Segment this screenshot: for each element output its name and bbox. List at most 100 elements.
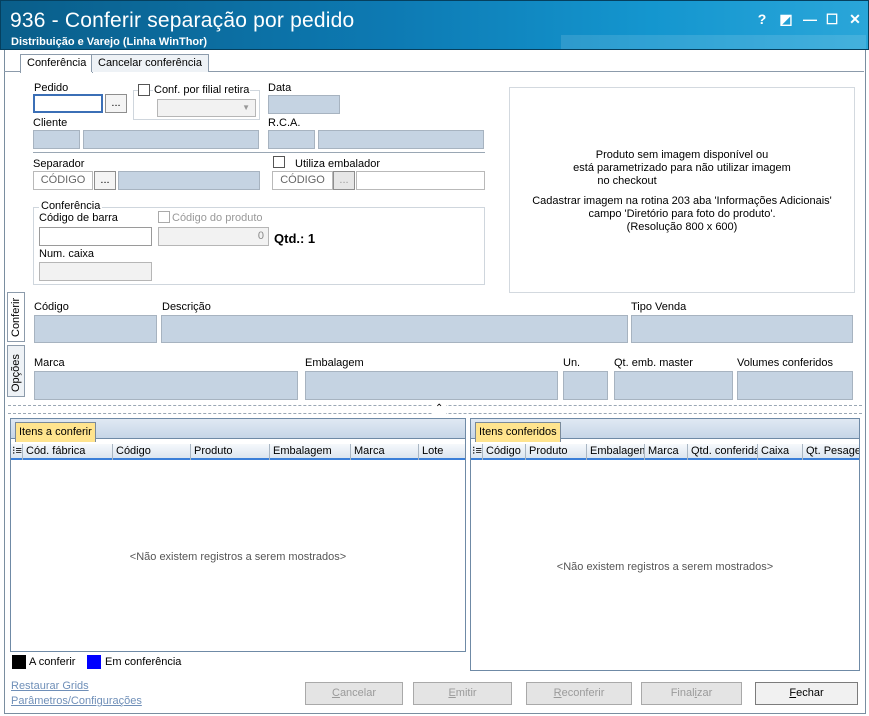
col-produto[interactable]: Produto	[526, 444, 587, 460]
un-label: Un.	[563, 357, 581, 369]
cliente-code-field	[33, 130, 80, 149]
title-bar: 936 - Conferir separação por pedido Dist…	[0, 0, 869, 50]
codigo-field	[34, 315, 157, 343]
codigo-produto-input[interactable]: 0	[158, 227, 269, 246]
codigo-barra-label: Código de barra	[39, 212, 118, 224]
embalagem-label: Embalagem	[305, 357, 364, 369]
image-msg-line6: (Resolução 800 x 600)	[626, 221, 738, 233]
qt-emb-master-label: Qt. emb. master	[614, 357, 693, 369]
reconferir-mnemonic: R	[553, 687, 562, 699]
rca-label: R.C.A.	[268, 117, 301, 129]
embalagem-field	[305, 371, 558, 400]
volumes-conferidos-label: Volumes conferidos	[737, 357, 833, 369]
tipo-venda-field	[631, 315, 853, 343]
separador-code-input[interactable]: CÓDIGO	[33, 171, 93, 190]
embalador-lookup-button[interactable]: ...	[333, 171, 355, 190]
tab-cancelar-conferencia[interactable]: Cancelar conferência	[91, 54, 209, 72]
cliente-label: Cliente	[33, 117, 68, 129]
product-image-box: Produto sem imagem disponível ou está pa…	[509, 87, 855, 293]
rca-code-field	[268, 130, 315, 149]
un-field	[563, 371, 608, 400]
restaurar-grids-link[interactable]: Restaurar Grids	[11, 680, 89, 692]
tab-conferencia[interactable]: Conferência	[20, 54, 94, 73]
col-codigo[interactable]: Código	[113, 444, 191, 460]
image-msg-line1: Produto sem imagem disponível ou	[595, 149, 769, 161]
cancelar-mnemonic: C	[331, 687, 340, 699]
legend-em-conferencia-swatch	[87, 655, 101, 669]
minimize-icon[interactable]: —	[801, 10, 819, 28]
column-chooser-icon[interactable]: ⁝≡	[11, 444, 23, 460]
pedido-input[interactable]	[33, 94, 103, 113]
chevron-down-icon: ▼	[242, 103, 250, 112]
itens-conferidos-header: ⁝≡ Código Produto Embalagem Marca Qtd. c…	[471, 444, 859, 460]
embalador-code-input[interactable]: CÓDIGO	[272, 171, 333, 190]
reconferir-button[interactable]: Reconferir	[526, 682, 632, 705]
tipo-venda-label: Tipo Venda	[631, 301, 687, 313]
col-qtd-conferida[interactable]: Qtd. conferida	[688, 444, 758, 460]
image-msg-line5: campo 'Diretório para foto do produto'.	[588, 208, 776, 220]
descricao-field	[161, 315, 628, 343]
conferencia-group-label: Conferência	[39, 200, 103, 212]
col-produto[interactable]: Produto	[191, 444, 270, 460]
rca-name-field	[318, 130, 484, 149]
pedido-lookup-button[interactable]: ...	[105, 94, 127, 113]
finalizar-button[interactable]: Finalizar	[641, 682, 742, 705]
separador-name-field	[118, 171, 260, 190]
col-embalagem[interactable]: Embalagem	[270, 444, 351, 460]
col-marca[interactable]: Marca	[645, 444, 688, 460]
chevron-up-icon[interactable]: ⌃	[432, 403, 447, 414]
legend-em-conferencia-label: Em conferência	[105, 656, 182, 668]
image-msg-line4: Cadastrar imagem na rotina 203 aba 'Info…	[532, 195, 832, 207]
filial-select[interactable]: ▼	[157, 99, 256, 117]
itens-a-conferir-header: ⁝≡ Cód. fábrica Código Produto Embalagem…	[11, 444, 465, 460]
parametros-configuracoes-link[interactable]: Parâmetros/Configurações	[11, 695, 142, 707]
close-icon[interactable]: ✕	[846, 10, 864, 28]
col-marca[interactable]: Marca	[351, 444, 419, 460]
separador-lookup-button[interactable]: ...	[94, 171, 116, 190]
col-embalagem[interactable]: Embalagem	[587, 444, 645, 460]
marca-label: Marca	[34, 357, 65, 369]
codigo-label: Código	[34, 301, 69, 313]
separador-label: Separador	[33, 158, 85, 170]
image-msg-line3: no checkout	[597, 175, 657, 187]
itens-conferidos-empty: <Não existem registros a serem mostrados…	[556, 561, 774, 573]
restore-icon[interactable]: ◩	[777, 10, 795, 28]
title-decoration	[561, 35, 866, 49]
utiliza-embalador-checkbox[interactable]	[273, 156, 285, 168]
side-tab-opcoes-label: Opções	[10, 354, 22, 392]
codigo-barra-input[interactable]	[39, 227, 152, 246]
window-subtitle: Distribuição e Varejo (Linha WinThor)	[11, 36, 208, 48]
col-lote[interactable]: Lote	[419, 444, 465, 460]
side-tab-opcoes[interactable]: Opções	[7, 345, 25, 397]
finalizar-label-post: zar	[697, 687, 713, 699]
codigo-produto-checkbox[interactable]	[158, 211, 170, 223]
splitter[interactable]: ⌃	[8, 403, 862, 414]
help-icon[interactable]: ?	[753, 10, 771, 28]
data-label: Data	[268, 82, 292, 94]
maximize-icon[interactable]: ☐	[823, 10, 841, 28]
col-caixa[interactable]: Caixa	[758, 444, 803, 460]
num-caixa-input[interactable]	[39, 262, 152, 281]
window-title: 936 - Conferir separação por pedido	[10, 9, 355, 32]
side-tab-conferir[interactable]: Conferir	[7, 292, 25, 342]
cancelar-button[interactable]: Cancelar	[305, 682, 403, 705]
tab-itens-conferidos[interactable]: Itens conferidos	[475, 422, 561, 442]
conf-filial-label: Conf. por filial retira	[153, 84, 251, 96]
fechar-button[interactable]: Fechar	[755, 682, 858, 705]
col-qt-pesagem[interactable]: Qt. Pesagem	[803, 444, 859, 460]
col-cod-fabrica[interactable]: Cód. fábrica	[23, 444, 113, 460]
cancelar-label-post: ancelar	[339, 687, 377, 699]
cliente-name-field	[83, 130, 259, 149]
codigo-produto-value: 0	[257, 230, 264, 242]
utiliza-embalador-label: Utiliza embalador	[295, 158, 380, 170]
image-msg-line2: está parametrizado para não utilizar ima…	[573, 162, 791, 174]
separador-placeholder: CÓDIGO	[40, 174, 86, 186]
tab-itens-a-conferir[interactable]: Itens a conferir	[15, 422, 96, 442]
conf-filial-checkbox[interactable]	[138, 84, 150, 96]
column-chooser-icon[interactable]: ⁝≡	[471, 444, 483, 460]
marca-field	[34, 371, 298, 400]
col-codigo[interactable]: Código	[483, 444, 526, 460]
emitir-button[interactable]: Emitir	[413, 682, 512, 705]
side-tab-conferir-label: Conferir	[10, 297, 22, 337]
legend-a-conferir-label: A conferir	[29, 656, 76, 668]
